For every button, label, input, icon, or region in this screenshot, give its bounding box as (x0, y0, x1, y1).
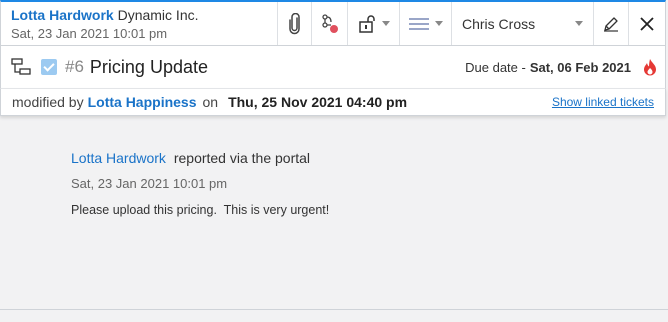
modified-by-link[interactable]: Lotta Happiness (88, 94, 197, 110)
edit-button[interactable] (593, 2, 628, 45)
paperclip-icon (288, 12, 300, 34)
priority-dropdown[interactable] (399, 2, 451, 45)
ticket-toolbar: Lotta Hardwork Dynamic Inc. Sat, 23 Jan … (0, 0, 666, 46)
message-author-link[interactable]: Lotta Hardwork (71, 150, 166, 166)
due-date-value: Sat, 06 Feb 2021 (529, 59, 631, 75)
merge-icon (321, 13, 338, 33)
lock-icon (358, 14, 375, 33)
message-entry: Lotta Hardwork reported via the portal S… (71, 150, 329, 217)
lock-caret-icon (381, 21, 390, 26)
message-body: Please upload this pricing. This is very… (71, 203, 330, 217)
agent-caret-icon (575, 21, 583, 26)
close-button[interactable] (628, 2, 665, 45)
requester-name-link[interactable]: Lotta Hardwork (11, 7, 114, 23)
message-source: reported via the portal (173, 150, 311, 166)
show-linked-tickets-link[interactable]: Show linked tickets (552, 95, 654, 109)
requester-date: Sat, 23 Jan 2021 10:01 pm (11, 26, 168, 41)
lock-button[interactable] (347, 2, 399, 45)
priority-icon (408, 17, 429, 30)
ticket-number: #6 (65, 57, 84, 76)
requester-info: Lotta Hardwork Dynamic Inc. Sat, 23 Jan … (1, 2, 277, 45)
modified-on-label: on (202, 94, 219, 110)
modified-prefix: modified by (12, 94, 84, 110)
merge-button[interactable] (311, 2, 347, 45)
modified-bar: modified by Lotta Happiness on Thu, 25 N… (0, 88, 666, 116)
close-icon (640, 16, 654, 31)
edit-icon (604, 16, 618, 32)
due-date-label: Due date - (465, 59, 526, 75)
ticket-select-checkbox[interactable] (41, 59, 57, 75)
modified-date: Thu, 25 Nov 2021 04:40 pm (228, 94, 408, 110)
requester-company: Dynamic Inc. (117, 7, 199, 23)
message-time: Sat, 23 Jan 2021 10:01 pm (71, 176, 228, 191)
attach-button[interactable] (277, 2, 311, 45)
ticket-subject: Pricing Update (89, 56, 208, 77)
divider (0, 309, 668, 310)
fire-icon (644, 59, 656, 76)
due-date: Due date - Sat, 06 Feb 2021 (465, 58, 665, 76)
agent-name: Chris Cross (462, 15, 536, 32)
ticket-tree-icon[interactable] (11, 58, 31, 76)
ticket-header: #6 Pricing Update Due date - Sat, 06 Feb… (0, 46, 666, 88)
priority-caret-icon (434, 21, 443, 26)
agent-dropdown[interactable]: Chris Cross (451, 2, 593, 45)
